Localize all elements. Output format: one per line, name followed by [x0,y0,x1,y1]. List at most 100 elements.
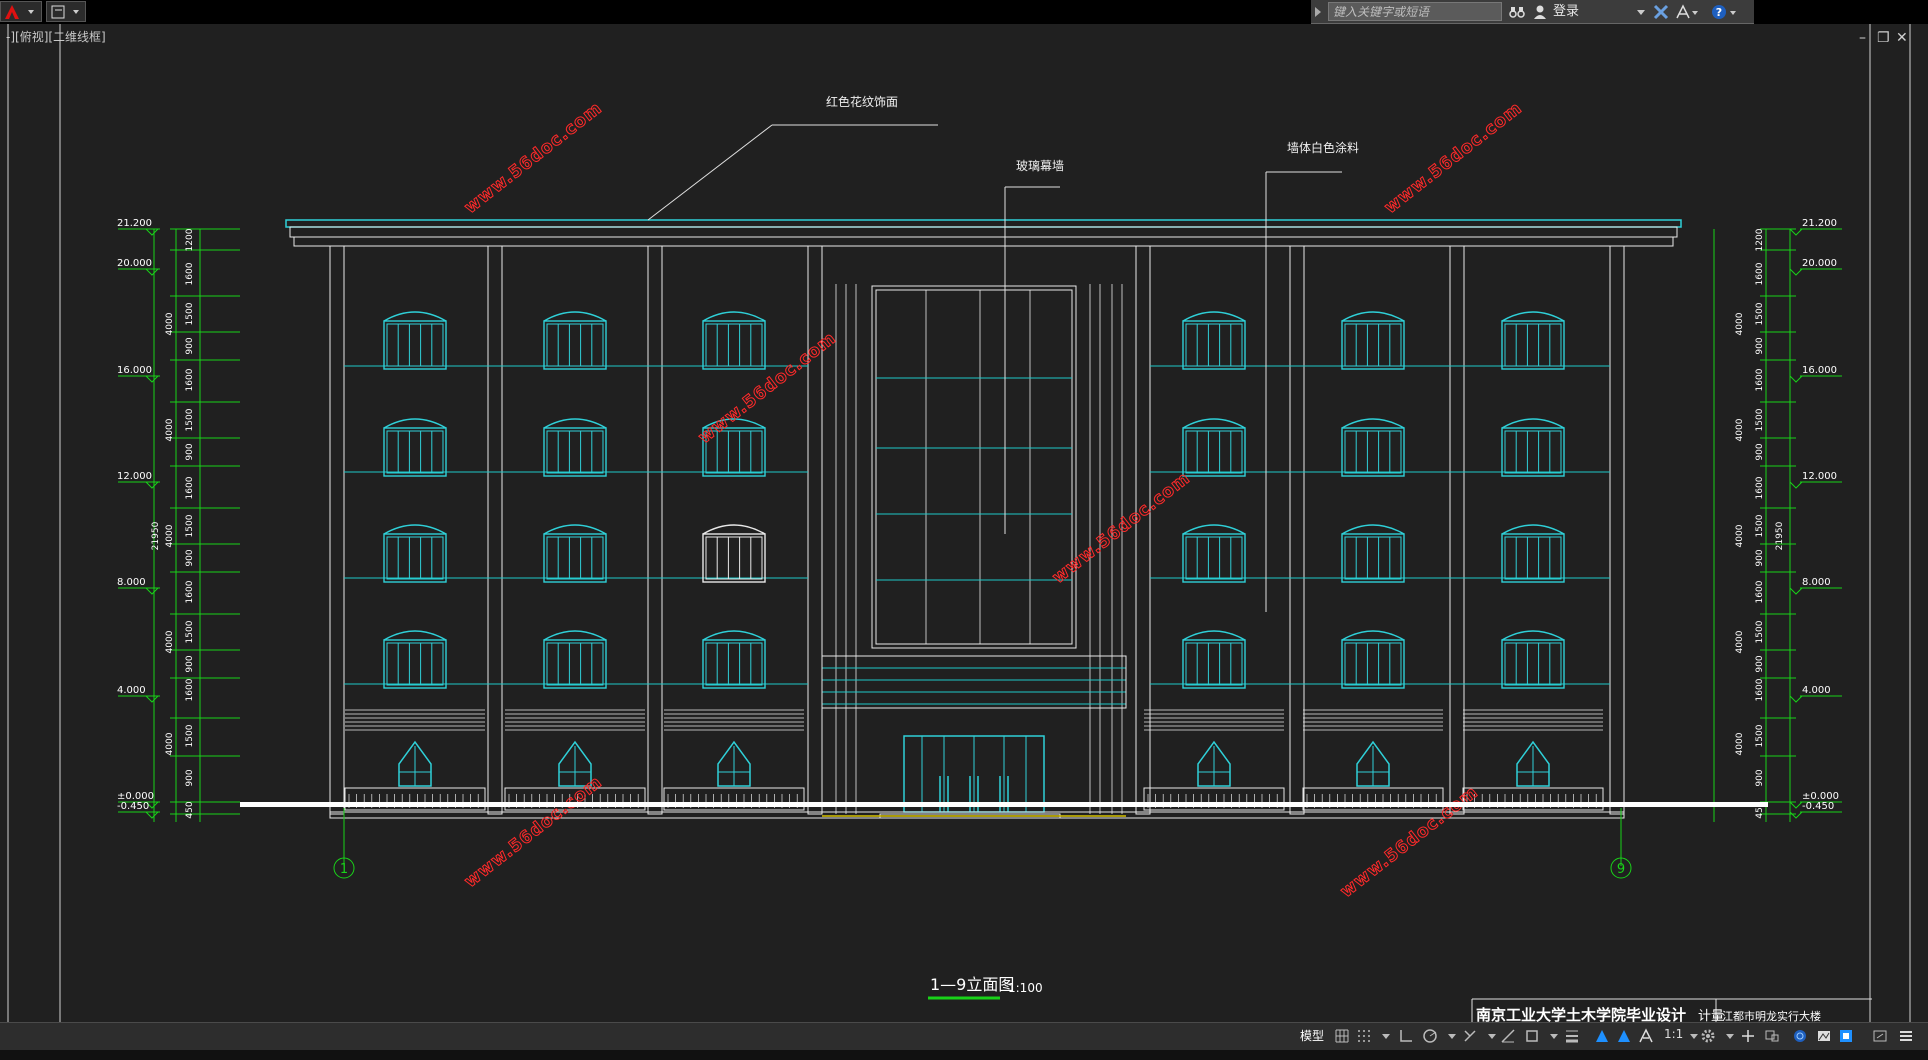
window [1501,418,1565,477]
ground-bay [344,709,486,811]
polar-dropdown-icon[interactable] [1444,1028,1460,1044]
object-snap-icon[interactable] [1524,1028,1540,1044]
dim-label: 4000 [165,524,175,547]
binoculars-icon[interactable] [1509,4,1525,20]
drawing-title: 1—9立面图 [930,975,1014,994]
info-center-bar: 键入关键字或短语 登录 ? [1311,0,1754,24]
login-dropdown-icon[interactable] [1637,10,1645,16]
expand-arrow-icon[interactable] [1313,6,1323,18]
dim-label: 450 [185,801,195,818]
watermark-text: www.56doc.com [1337,782,1482,902]
model-space-button[interactable]: 模型 [1298,1026,1326,1046]
elevation-label: 20.000 [117,258,152,269]
add-icon[interactable] [1740,1028,1756,1044]
dim-label: 900 [1755,337,1765,354]
annotation-scale-value[interactable]: 1:1 [1664,1027,1683,1041]
dim-label: 1600 [1755,262,1765,285]
application-menu-button[interactable] [0,1,42,22]
title-bar: 键入关键字或短语 登录 ? [0,0,1928,24]
lineweight-icon[interactable] [1564,1028,1580,1044]
exchange-apps-icon[interactable] [1653,4,1669,20]
dim-label: 1600 [1755,580,1765,603]
pilaster [1289,245,1305,815]
dim-total: 21950 [1775,521,1785,550]
hardware-acceleration-icon[interactable] [1816,1028,1832,1044]
dim-label: 1500 [1755,408,1765,431]
dim-label: 900 [1755,655,1765,672]
login-button[interactable]: 登录 [1553,0,1579,24]
annotation-roof-finish: 红色花纹饰面 [647,94,938,221]
dim-label: 1500 [185,620,195,643]
watermark-text: www.56doc.com [1381,98,1526,218]
window [1182,524,1246,583]
dim-label: 900 [185,443,195,460]
window [543,630,607,689]
elevation-label: -0.450 [1802,801,1834,812]
annotation-monitor-icon[interactable] [1764,1028,1780,1044]
elevation-label: -0.450 [117,801,149,812]
window [383,630,447,689]
ortho-mode-icon[interactable] [1398,1028,1414,1044]
isolate-objects-icon[interactable] [1792,1028,1808,1044]
elevation-label: 16.000 [1802,365,1837,376]
workspace-gear-icon[interactable] [1700,1028,1716,1044]
ground-line [240,802,1768,807]
snap-dropdown-icon[interactable] [1378,1028,1394,1044]
help-icon[interactable]: ? [1711,4,1739,20]
snap-mode-icon[interactable] [1356,1028,1372,1044]
watermark-text: www.56doc.com [461,98,606,218]
watermarks: www.56doc.com www.56doc.com www.56doc.com w… [460,98,1526,903]
object-snap-tracking-icon[interactable] [1500,1028,1516,1044]
window [1501,524,1565,583]
quick-access-toolbar[interactable] [46,1,86,22]
dim-label: 900 [1755,443,1765,460]
window [383,311,447,370]
elevation-label: 12.000 [117,471,152,482]
dim-label: 1600 [185,262,195,285]
auto-scale-icon[interactable] [1616,1028,1632,1044]
isodraft-icon[interactable] [1462,1028,1478,1044]
dim-label: 4000 [165,630,175,653]
dim-label: 4000 [1735,418,1745,441]
autodesk-a360-icon[interactable] [1675,4,1699,20]
window [1182,311,1246,370]
dim-label: 1500 [1755,724,1765,747]
pilaster [1609,245,1625,815]
polar-tracking-icon[interactable] [1422,1028,1438,1044]
dim-label: 1500 [1755,620,1765,643]
search-input[interactable]: 键入关键字或短语 [1328,2,1502,21]
dim-label: 1600 [1755,368,1765,391]
viewport-maximize-icon[interactable] [1872,1028,1888,1044]
dim-label: 4000 [165,418,175,441]
window [543,418,607,477]
titleblock-project: 江都市明龙实行大楼 [1722,1009,1821,1022]
pilaster [329,245,345,815]
elevation-label: 12.000 [1802,471,1837,482]
annotation-visibility-icon[interactable] [1594,1028,1610,1044]
roof-band [289,226,1678,238]
elevation-label: 8.000 [117,577,146,588]
dim-label: 1500 [185,514,195,537]
label-roof-finish: 红色花纹饰面 [826,94,898,109]
clean-screen-icon[interactable] [1838,1028,1854,1044]
dim-label: 1200 [185,228,195,251]
dim-label: 4000 [165,312,175,335]
osnap-dropdown-icon[interactable] [1546,1028,1562,1044]
roof-cornice [285,219,1682,228]
grid-icon[interactable] [1334,1028,1350,1044]
dim-label: 900 [1755,549,1765,566]
dimension-column-right: 21.20020.00016.00012.0008.0004.000±0.000… [1713,218,1842,822]
dim-label: 1500 [185,302,195,325]
annotation-scale-icon[interactable] [1638,1028,1654,1044]
dim-label: 4000 [1735,732,1745,755]
window [383,418,447,477]
window [1501,311,1565,370]
elevation-label: 16.000 [117,365,152,376]
dim-label: 1600 [185,678,195,701]
pilaster [487,245,503,815]
drawing-viewport[interactable]: -][俯视][二维线框] – ❐ ✕ 21.200 20.000 16.000 12.… [0,24,1928,1022]
customization-menu-icon[interactable] [1898,1028,1914,1044]
svg-text:?: ? [1716,6,1722,19]
isodraft-dropdown-icon[interactable] [1484,1028,1500,1044]
workspace-dropdown-icon[interactable] [1722,1028,1738,1044]
